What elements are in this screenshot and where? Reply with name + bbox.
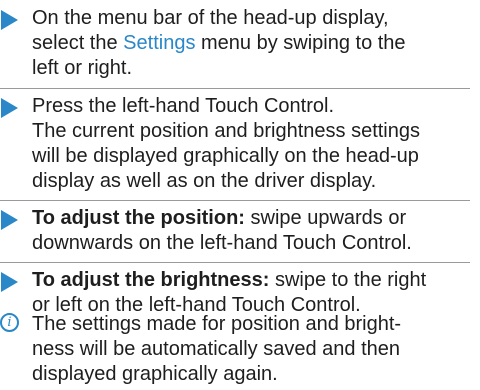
step-line: downwards on the left-hand Touch Control…: [32, 232, 412, 254]
step-line: On the menu bar of the head-up display,: [32, 7, 389, 29]
step-line: To adjust the brightness: swipe to the r…: [32, 269, 427, 291]
position-heading: To adjust the position:: [32, 207, 245, 229]
step-text: Press the left-hand Touch Control. The c…: [32, 94, 472, 194]
info-line: ness will be automatically saved and the…: [32, 338, 400, 360]
step-line: The current position and brightness sett…: [32, 120, 420, 142]
info-circle-icon: i: [0, 313, 19, 332]
step-line: To adjust the position: swipe upwards or: [32, 207, 407, 229]
step-line: display as well as on the driver display…: [32, 170, 377, 192]
step-text: On the menu bar of the head-up display, …: [32, 6, 472, 81]
separator: [0, 200, 470, 201]
separator: [0, 88, 470, 89]
step-line: select the Settings menu by swiping to t…: [32, 32, 406, 54]
info-text: The settings made for position and brigh…: [32, 312, 472, 387]
right-triangle-arrow-icon: [1, 10, 18, 30]
right-triangle-arrow-icon: [1, 272, 18, 292]
step-line: left or right.: [32, 57, 133, 79]
step-text: To adjust the brightness: swipe to the r…: [32, 268, 472, 318]
step-line: Press the left-hand Touch Control.: [32, 95, 335, 117]
instruction-document: On the menu bar of the head-up display, …: [0, 0, 480, 390]
info-line: displayed graphically again.: [32, 363, 278, 385]
info-line: The settings made for position and brigh…: [32, 313, 402, 335]
right-triangle-arrow-icon: [1, 98, 18, 118]
step-line: will be displayed graphically on the hea…: [32, 145, 419, 167]
step-text: To adjust the position: swipe upwards or…: [32, 206, 472, 256]
separator: [0, 262, 470, 263]
settings-highlight: Settings: [123, 32, 196, 54]
right-triangle-arrow-icon: [1, 210, 18, 230]
brightness-heading: To adjust the brightness:: [32, 269, 270, 291]
